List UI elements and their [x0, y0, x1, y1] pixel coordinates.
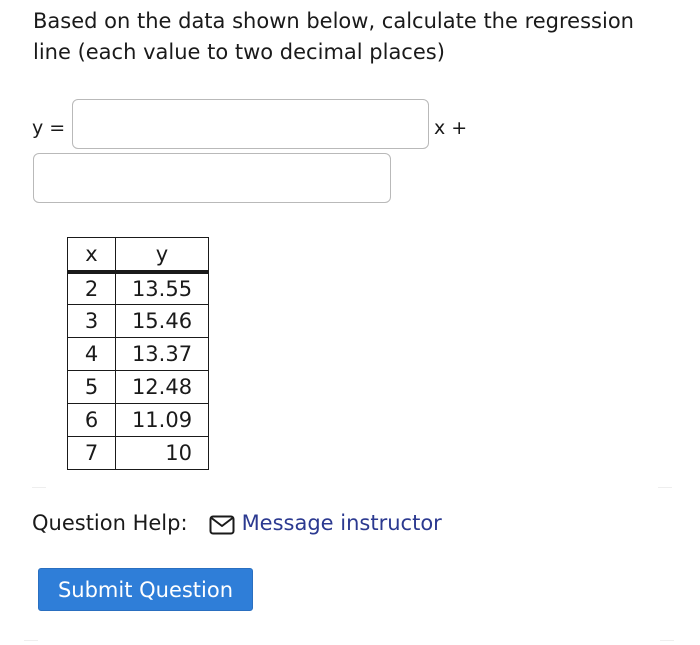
intercept-input[interactable]: [33, 153, 391, 203]
table-row: 7 10: [67, 436, 209, 470]
cell-y: 10: [115, 436, 209, 470]
cell-x: 7: [67, 436, 116, 470]
table-row: 2 13.55: [67, 271, 209, 305]
divider: [660, 640, 674, 641]
table-header-row: x y: [67, 237, 209, 274]
cell-x: 3: [67, 304, 116, 338]
cell-y: 12.48: [115, 370, 209, 404]
data-table: x y 2 13.55 3 15.46 4 13.37 5 12.48 6 11…: [67, 237, 209, 470]
question-text: Based on the data shown below, calculate…: [33, 9, 634, 64]
divider: [658, 487, 672, 488]
slope-input[interactable]: [72, 99, 429, 149]
message-instructor-link[interactable]: Message instructor: [242, 508, 442, 538]
cell-x: 5: [67, 370, 116, 404]
cell-y: 15.46: [115, 304, 209, 338]
column-header-x: x: [67, 237, 116, 274]
cell-x: 4: [67, 337, 116, 371]
cell-x: 6: [67, 403, 116, 437]
question-help-row: Question Help: Message instructor: [32, 508, 442, 538]
cell-x: 2: [67, 271, 116, 305]
table-row: 5 12.48: [67, 370, 209, 404]
cell-y: 13.37: [115, 337, 209, 371]
submit-question-button[interactable]: Submit Question: [38, 568, 253, 611]
table-row: 6 11.09: [67, 403, 209, 437]
table-row: 4 13.37: [67, 337, 209, 371]
divider: [32, 487, 46, 488]
question-help-label: Question Help:: [32, 511, 188, 535]
cell-y: 11.09: [115, 403, 209, 437]
divider: [24, 640, 38, 641]
mail-icon: [209, 513, 235, 535]
cell-y: 13.55: [115, 271, 209, 305]
equation-prefix: y =: [32, 117, 66, 139]
equation-suffix: x +: [434, 117, 468, 139]
column-header-y: y: [115, 237, 209, 274]
table-row: 3 15.46: [67, 304, 209, 338]
